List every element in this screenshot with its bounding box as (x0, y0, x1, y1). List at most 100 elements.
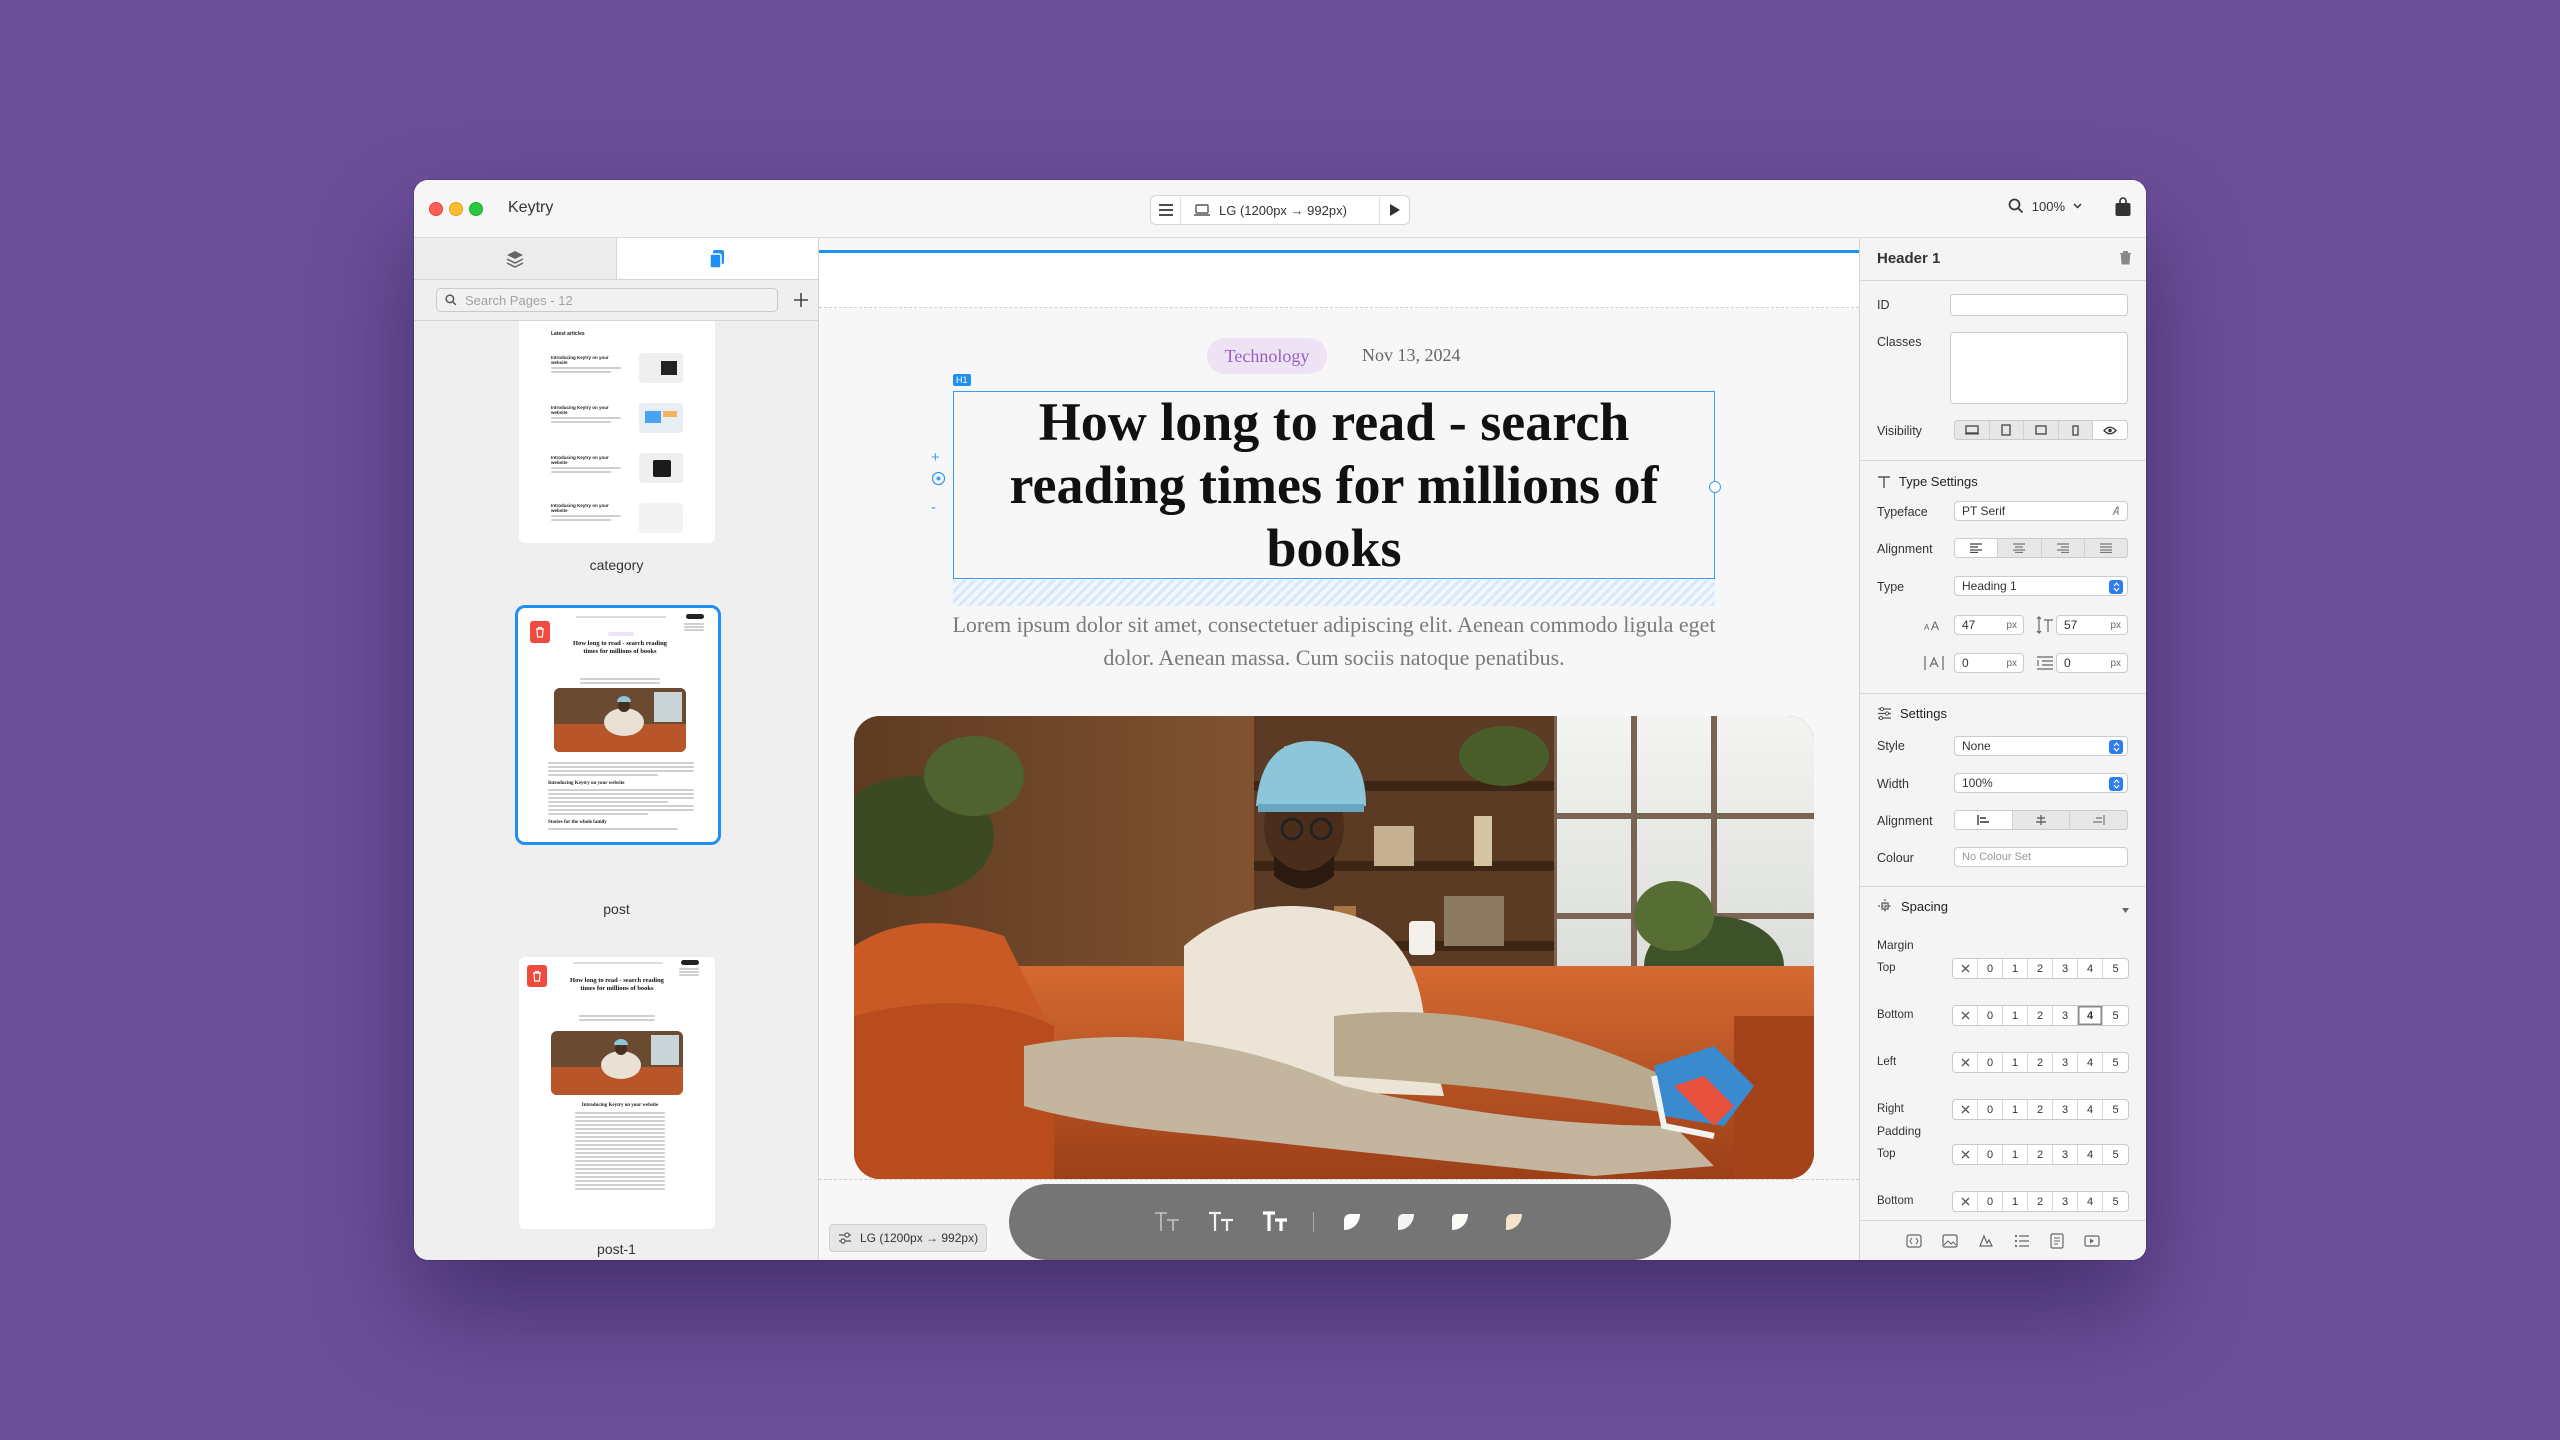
search-pages-input[interactable]: Search Pages - 12 (436, 288, 778, 312)
align-left-button[interactable] (1955, 539, 1999, 557)
scale-option-3[interactable]: 3 (2053, 1145, 2078, 1164)
colour-picker[interactable]: No Colour Set (1954, 847, 2128, 867)
page-thumbnail-post-1[interactable]: How long to read - search reading times … (519, 957, 715, 1229)
delete-page-button[interactable] (530, 621, 550, 643)
remove-element-button[interactable]: - (931, 500, 936, 515)
page-header-area[interactable] (819, 253, 1859, 308)
design-canvas[interactable]: Technology Nov 13, 2024 H1 How long to r… (819, 238, 1859, 1260)
typeface-select[interactable]: PT Serif (1954, 501, 2128, 521)
scale-option-1[interactable]: 1 (2003, 1053, 2028, 1072)
page-label-post-1[interactable]: post-1 (414, 1241, 818, 1257)
scale-option-5[interactable]: 5 (2103, 1192, 2128, 1211)
close-window-button[interactable] (429, 202, 443, 216)
clear-value-button[interactable] (1953, 1100, 1978, 1119)
clear-value-button[interactable] (1953, 1006, 1978, 1025)
delete-page-button[interactable] (527, 965, 547, 987)
scale-option-5[interactable]: 5 (2103, 1145, 2128, 1164)
scale-option-5[interactable]: 5 (2103, 1100, 2128, 1119)
block-align-center-button[interactable] (2013, 811, 2071, 829)
scale-option-2[interactable]: 2 (2028, 959, 2053, 978)
scale-option-3[interactable]: 3 (2053, 1192, 2078, 1211)
resize-handle[interactable] (1709, 481, 1721, 493)
page-thumbnail-category[interactable]: Latest articles Introducing Keytry on yo… (519, 321, 715, 543)
visibility-eye-toggle[interactable] (2093, 421, 2127, 439)
delete-element-button[interactable] (2119, 250, 2132, 268)
font-size-input[interactable]: 47 px (1954, 615, 2024, 635)
align-justify-button[interactable] (2085, 539, 2127, 557)
scale-option-3[interactable]: 3 (2053, 1006, 2078, 1025)
corner-medium-button[interactable] (1444, 1206, 1476, 1238)
scale-option-5[interactable]: 5 (2103, 1053, 2128, 1072)
corner-none-button[interactable] (1336, 1206, 1368, 1238)
width-select[interactable]: 100% (1954, 773, 2128, 793)
page-label-post[interactable]: post (414, 901, 818, 917)
menu-button[interactable] (1151, 196, 1181, 224)
move-element-button[interactable] (931, 471, 946, 489)
id-input[interactable] (1950, 294, 2128, 316)
clear-value-button[interactable] (1953, 1145, 1978, 1164)
gallery-icon[interactable] (1978, 1233, 1994, 1248)
post-lead-paragraph[interactable]: Lorem ipsum dolor sit amet, consectetuer… (949, 608, 1719, 674)
spacing-header[interactable]: Spacing (1877, 898, 1948, 914)
scale-option-2[interactable]: 2 (2028, 1145, 2053, 1164)
scale-option-4[interactable]: 4 (2078, 1145, 2103, 1164)
block-align-left-button[interactable] (1955, 811, 2013, 829)
publish-button[interactable] (2114, 197, 2132, 222)
scale-option-2[interactable]: 2 (2028, 1006, 2053, 1025)
scale-option-3[interactable]: 3 (2053, 1053, 2078, 1072)
tab-layers[interactable] (414, 238, 616, 279)
scale-option-2[interactable]: 2 (2028, 1100, 2053, 1119)
hero-image[interactable] (854, 716, 1814, 1179)
scale-option-0[interactable]: 0 (1978, 1006, 2003, 1025)
scale-option-4[interactable]: 4 (2078, 1053, 2103, 1072)
scale-option-1[interactable]: 1 (2003, 1006, 2028, 1025)
scale-option-5[interactable]: 5 (2103, 959, 2128, 978)
scale-option-4[interactable]: 4 (2078, 959, 2103, 978)
line-height-input[interactable]: 57 px (2056, 615, 2128, 635)
scale-option-3[interactable]: 3 (2053, 959, 2078, 978)
image-icon[interactable] (1942, 1233, 1958, 1248)
category-tag[interactable]: Technology (1207, 338, 1327, 374)
zoom-control[interactable]: 100% (2008, 198, 2082, 214)
scale-option-0[interactable]: 0 (1978, 1145, 2003, 1164)
scale-option-1[interactable]: 1 (2003, 959, 2028, 978)
clear-value-button[interactable] (1953, 1192, 1978, 1211)
video-icon[interactable] (2084, 1234, 2100, 1248)
page-thumbnail-post[interactable]: How long to read - search reading times … (515, 605, 721, 845)
scale-option-1[interactable]: 1 (2003, 1145, 2028, 1164)
scale-option-2[interactable]: 2 (2028, 1053, 2053, 1072)
align-center-button[interactable] (1998, 539, 2042, 557)
preview-play-button[interactable] (1379, 196, 1409, 224)
scale-option-1[interactable]: 1 (2003, 1192, 2028, 1211)
scale-option-1[interactable]: 1 (2003, 1100, 2028, 1119)
code-icon[interactable] (1906, 1233, 1922, 1248)
add-above-button[interactable]: + (931, 450, 940, 465)
page-label-category[interactable]: category (414, 557, 818, 573)
visibility-desktop-toggle[interactable] (1955, 421, 1990, 439)
document-icon[interactable] (2050, 1232, 2064, 1249)
scale-option-3[interactable]: 3 (2053, 1100, 2078, 1119)
align-right-button[interactable] (2042, 539, 2085, 557)
corner-small-button[interactable] (1390, 1206, 1422, 1238)
paragraph-spacing-input[interactable]: 0 px (2056, 653, 2128, 673)
tab-pages[interactable] (615, 238, 818, 279)
add-page-button[interactable] (790, 288, 812, 312)
breakpoint-selector[interactable]: LG (1200px → 992px) (1181, 203, 1379, 218)
breakpoint-badge[interactable]: LG (1200px → 992px) (829, 1224, 988, 1252)
post-heading[interactable]: How long to read - search reading times … (959, 391, 1709, 580)
visibility-tablet-toggle[interactable] (2024, 421, 2059, 439)
scale-option-4[interactable]: 4 (2078, 1006, 2103, 1025)
type-select[interactable]: Heading 1 (1954, 576, 2128, 596)
visibility-laptop-toggle[interactable] (1990, 421, 2025, 439)
text-size-large-button[interactable] (1259, 1206, 1291, 1238)
scale-option-0[interactable]: 0 (1978, 959, 2003, 978)
scale-option-4[interactable]: 4 (2078, 1100, 2103, 1119)
clear-value-button[interactable] (1953, 1053, 1978, 1072)
visibility-mobile-toggle[interactable] (2059, 421, 2094, 439)
minimize-window-button[interactable] (449, 202, 463, 216)
scale-option-0[interactable]: 0 (1978, 1192, 2003, 1211)
list-icon[interactable] (2014, 1234, 2030, 1248)
scale-option-0[interactable]: 0 (1978, 1100, 2003, 1119)
style-select[interactable]: None (1954, 736, 2128, 756)
zoom-window-button[interactable] (469, 202, 483, 216)
